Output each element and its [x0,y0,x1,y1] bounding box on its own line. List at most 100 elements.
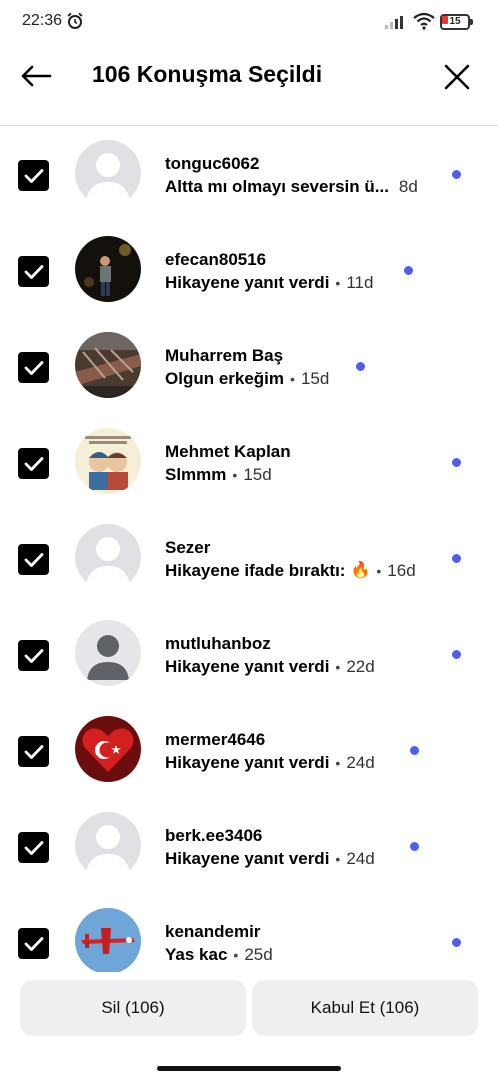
checkmark-icon [24,360,43,375]
back-button[interactable] [16,56,56,96]
message-time: 25d [244,945,273,964]
alarm-clock-icon [67,12,83,29]
message-preview: Yas kac [165,945,228,964]
conversation-item[interactable]: efecan80516 Hikayene yanıt verdi • 11d [0,223,498,319]
selection-header: 106 Konuşma Seçildi [0,44,498,126]
message-time: 8d [398,177,418,196]
conversation-name: kenandemir [165,922,261,941]
message-time: 24d [346,849,375,868]
checkmark-icon [24,648,43,663]
conversation-preview-line: Olgun erkeğim • 15d [165,368,329,390]
conversation-preview-line: Hikayene yanıt verdi • 24d [165,752,375,774]
message-preview: Hikayene yanıt verdi [165,849,330,868]
conversation-list: tonguc6062 Altta mı olmayı seversin ü...… [0,127,498,972]
bottom-action-bar: Sil (106) Kabul Et (106) [0,972,498,1080]
separator-dot: • [335,659,341,675]
conversation-preview-line: Hikayene yanıt verdi • 22d [165,656,375,678]
message-preview: Hikayene yanıt verdi [165,273,330,292]
unread-dot [356,362,365,371]
unread-dot [452,170,461,179]
accept-button[interactable]: Kabul Et (106) [252,980,478,1036]
selection-checkbox[interactable] [18,736,49,767]
message-preview: Olgun erkeğim [165,369,285,388]
separator-dot: • [233,947,239,963]
home-indicator[interactable] [157,1066,341,1071]
checkmark-icon [24,264,43,279]
checkmark-icon [24,456,43,471]
conversation-name: efecan80516 [165,250,267,269]
unread-dot [410,842,419,851]
separator-dot: • [335,755,341,771]
selection-checkbox[interactable] [18,928,49,959]
unread-dot [452,458,461,467]
message-time: 22d [346,657,375,676]
selection-checkbox[interactable] [18,640,49,671]
selection-checkbox[interactable] [18,352,49,383]
message-preview: Slmmm [165,465,227,484]
conversation-preview-line: Hikayene yanıt verdi • 24d [165,848,375,870]
checkmark-icon [24,840,43,855]
message-time: 16d [387,561,416,580]
message-time: 24d [346,753,375,772]
unread-dot [452,554,461,563]
conversation-preview-line: Yas kac • 25d [165,944,273,966]
conversation-item[interactable]: Mehmet Kaplan Slmmm • 15d [0,415,498,511]
conversation-name: Sezer [165,538,211,557]
status-time: 22:36 [22,12,63,29]
close-button[interactable] [436,56,478,98]
message-time: 11d [346,273,374,292]
message-preview: Hikayene yanıt verdi [165,753,330,772]
separator-dot: • [232,467,238,483]
conversation-preview-line: Hikayene ifade bıraktı: 🔥 • 16d [165,560,416,582]
avatar [75,140,141,206]
conversation-name: Mehmet Kaplan [165,442,291,461]
conversation-item[interactable]: berk.ee3406 Hikayene yanıt verdi • 24d [0,799,498,895]
conversation-item[interactable]: Muharrem Baş Olgun erkeğim • 15d [0,319,498,415]
unread-dot [452,938,461,947]
selection-checkbox[interactable] [18,544,49,575]
selection-checkbox[interactable] [18,160,49,191]
message-time: 15d [243,465,272,484]
conversation-item[interactable]: Sezer Hikayene ifade bıraktı: 🔥 • 16d [0,511,498,607]
avatar [75,428,141,494]
message-preview: Hikayene yanıt verdi [165,657,330,676]
page-title: 106 Konuşma Seçildi [92,61,323,87]
conversation-name: Muharrem Baş [165,346,284,365]
checkmark-icon [24,552,43,567]
conversation-preview-line: Hikayene yanıt verdi • 11d [165,272,373,294]
separator-dot: • [335,851,341,867]
signal-icon [385,16,403,29]
battery-level: 15 [449,16,461,27]
conversation-item[interactable]: tonguc6062 Altta mı olmayı seversin ü...… [0,127,498,223]
fire-emoji-icon: 🔥 [350,562,371,579]
conversation-item[interactable]: mermer4646 Hikayene yanıt verdi • 24d [0,703,498,799]
unread-dot [410,746,419,755]
avatar [75,332,141,398]
selection-checkbox[interactable] [18,448,49,479]
selection-checkbox[interactable] [18,832,49,863]
avatar [75,812,141,878]
checkmark-icon [24,936,43,951]
conversation-name: mermer4646 [165,730,266,749]
separator-dot: • [335,275,341,291]
checkmark-icon [24,168,43,183]
avatar [75,236,141,302]
delete-button[interactable]: Sil (106) [20,980,246,1036]
conversation-preview-line: Altta mı olmayı seversin ü... 8d [165,176,418,198]
conversation-item[interactable]: kenandemir Yas kac • 25d [0,895,498,972]
conversation-name: berk.ee3406 [165,826,263,845]
avatar [75,524,141,590]
message-preview: Altta mı olmayı seversin ü... [165,177,389,196]
unread-dot [452,650,461,659]
status-bar: 22:36 15 [0,0,498,44]
conversation-item[interactable]: mutluhanboz Hikayene yanıt verdi • 22d [0,607,498,703]
battery-icon: 15 [440,14,474,30]
back-arrow-icon [21,65,52,87]
selection-checkbox[interactable] [18,256,49,287]
separator-dot: • [290,371,295,387]
avatar [75,716,141,782]
avatar [75,620,141,686]
separator-dot: • [376,563,382,579]
message-preview: Hikayene ifade bıraktı: [165,561,346,580]
conversation-name: tonguc6062 [165,154,260,173]
